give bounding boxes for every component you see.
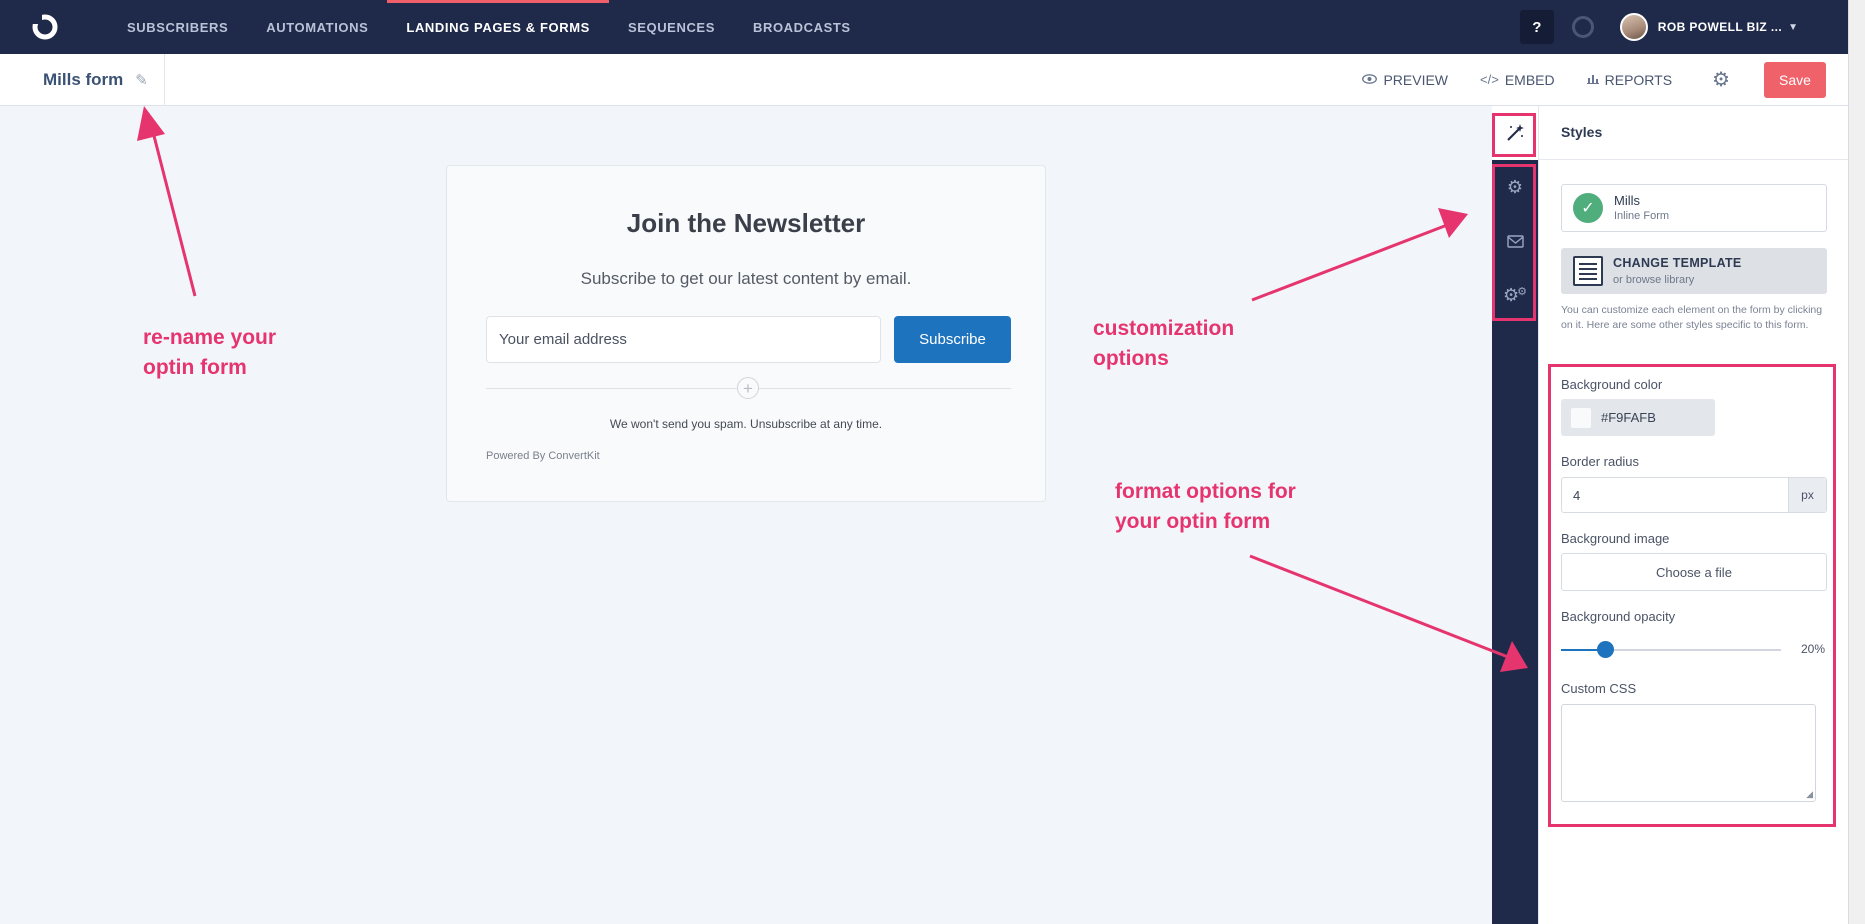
browse-library-label: or browse library: [1613, 274, 1695, 286]
reports-label: REPORTS: [1604, 71, 1673, 88]
annotation-format-line1: format options for: [1115, 480, 1296, 503]
avatar[interactable]: [1619, 13, 1648, 41]
annotation-rename-line1: re-name your: [143, 326, 277, 349]
convertkit-logo-icon[interactable]: [22, 0, 68, 54]
annotation-box-rail: [1492, 164, 1536, 321]
window-scrollbar[interactable]: [1848, 0, 1865, 924]
bar-chart-icon: [1586, 72, 1599, 87]
panel-title: Styles: [1561, 124, 1603, 140]
change-template-label: CHANGE TEMPLATE: [1613, 256, 1742, 270]
template-type: Inline Form: [1614, 210, 1670, 222]
preview-button[interactable]: PREVIEW: [1362, 72, 1448, 88]
help-button[interactable]: ?: [1519, 10, 1554, 44]
account-name[interactable]: ROB POWELL BIZ ...: [1658, 20, 1782, 34]
preview-label: PREVIEW: [1383, 71, 1449, 88]
annotation-box-wand: [1492, 113, 1536, 157]
form-title-area: Mills form ✎: [0, 53, 165, 106]
powered-by-label: Powered By ConvertKit: [486, 450, 600, 462]
nav-item-landing-pages-forms[interactable]: LANDING PAGES & FORMS: [387, 0, 609, 54]
nav-item-sequences[interactable]: SEQUENCES: [609, 0, 734, 54]
code-icon: </>: [1480, 72, 1499, 87]
status-ring-icon: [1571, 16, 1594, 38]
change-template-button[interactable]: CHANGE TEMPLATE or browse library: [1561, 248, 1827, 294]
check-icon: ✓: [1573, 193, 1603, 223]
spam-disclaimer[interactable]: We won't send you spam. Unsubscribe at a…: [447, 417, 1045, 431]
template-layout-icon: [1573, 256, 1603, 286]
annotation-customization-line1: customization: [1093, 317, 1235, 340]
form-subheading[interactable]: Subscribe to get our latest content by e…: [447, 269, 1045, 289]
panel-help-text: You can customize each element on the fo…: [1561, 304, 1823, 331]
pencil-icon[interactable]: ✎: [135, 71, 148, 89]
nav-item-automations[interactable]: AUTOMATIONS: [247, 0, 387, 54]
eye-icon: [1362, 72, 1378, 87]
nav-item-broadcasts[interactable]: BROADCASTS: [734, 0, 870, 54]
settings-gear-icon[interactable]: ⚙: [1712, 67, 1730, 92]
newsletter-form-card[interactable]: Join the Newsletter Subscribe to get our…: [446, 165, 1046, 502]
chevron-down-icon[interactable]: ▼: [1788, 22, 1798, 33]
form-title[interactable]: Mills form: [43, 70, 123, 90]
editor-toolbar: PREVIEW </> EMBED REPORTS ⚙ Save: [1330, 54, 1848, 106]
panel-divider: [1539, 159, 1848, 160]
annotation-rename: re-name your optin form: [143, 323, 276, 383]
annotation-format-line2: your optin form: [1115, 510, 1271, 533]
editor-header: Mills form ✎ PREVIEW </> EMBED REPORTS ⚙…: [0, 53, 1848, 106]
subscribe-button[interactable]: Subscribe: [894, 316, 1011, 363]
add-element-plus-icon[interactable]: +: [737, 377, 759, 399]
nav-item-subscribers[interactable]: SUBSCRIBERS: [108, 0, 247, 54]
nav-right: ? ROB POWELL BIZ ... ▼: [1519, 10, 1798, 44]
form-heading[interactable]: Join the Newsletter: [447, 208, 1045, 239]
annotation-format: format options for your optin form: [1115, 477, 1296, 537]
save-button[interactable]: Save: [1764, 61, 1826, 98]
current-template-card[interactable]: ✓ Mills Inline Form: [1561, 184, 1827, 232]
annotation-rename-line2: optin form: [143, 356, 247, 379]
annotation-box-format-options: [1548, 364, 1836, 827]
annotation-customization-line2: options: [1093, 347, 1169, 370]
template-name: Mills: [1614, 193, 1640, 208]
top-nav: SUBSCRIBERS AUTOMATIONS LANDING PAGES & …: [0, 0, 1848, 54]
embed-label: EMBED: [1504, 71, 1555, 88]
annotation-customization: customization options: [1093, 314, 1234, 374]
embed-button[interactable]: </> EMBED: [1480, 72, 1555, 88]
reports-button[interactable]: REPORTS: [1586, 71, 1673, 88]
nav-menu: SUBSCRIBERS AUTOMATIONS LANDING PAGES & …: [108, 0, 870, 54]
email-input[interactable]: Your email address: [486, 316, 881, 363]
